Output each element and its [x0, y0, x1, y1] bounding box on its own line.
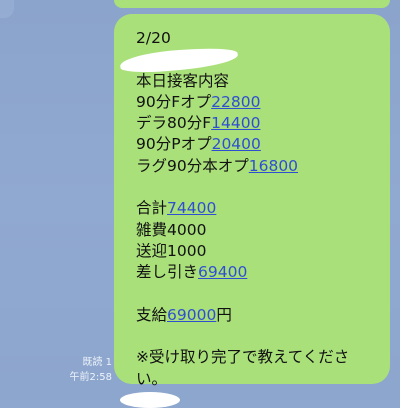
- amount-link[interactable]: 14400: [211, 114, 260, 132]
- transport-fee: 送迎1000: [136, 241, 207, 260]
- misc-expense: 雑費4000: [136, 220, 207, 239]
- message-bubble[interactable]: 2/20 本日接客内容 90分Fオプ22800 デラ80分F14400 90分P…: [114, 14, 390, 388]
- service-item: デラ80分F14400: [136, 113, 380, 134]
- service-label: ラグ90分本オプ: [136, 156, 249, 175]
- net-label: 差し引き: [136, 263, 199, 282]
- service-item: ラグ90分本オプ16800: [136, 156, 380, 177]
- pay-label: 支給: [136, 305, 168, 324]
- redaction-mark: [120, 392, 180, 408]
- message-date: 2/20: [136, 29, 171, 47]
- read-receipt: 既読 1: [82, 357, 112, 368]
- amount-link[interactable]: 22800: [211, 93, 260, 111]
- note-line: ※受け取り完了で教えてくださ: [136, 348, 350, 367]
- message-text: 2/20 本日接客内容 90分Fオプ22800 デラ80分F14400 90分P…: [136, 28, 380, 390]
- amount-link[interactable]: 16800: [249, 157, 298, 175]
- pay-line: 支給69000円: [136, 305, 380, 326]
- service-item: 90分Pオプ20400: [136, 134, 380, 155]
- amount-link[interactable]: 20400: [212, 135, 261, 153]
- message-heading: 本日接客内容: [136, 71, 230, 90]
- net-line: 差し引き69400: [136, 262, 380, 283]
- message-timestamp: 午前2:58: [69, 372, 112, 383]
- pay-unit: 円: [216, 305, 232, 324]
- total-amount-link[interactable]: 74400: [167, 199, 216, 217]
- service-label: デラ80分F: [136, 114, 212, 133]
- previous-message-bubble: [114, 0, 390, 8]
- service-item: 90分Fオプ22800: [136, 92, 380, 113]
- service-label: 90分Fオプ: [136, 92, 212, 111]
- total-label: 合計: [136, 199, 168, 218]
- total-line: 合計74400: [136, 198, 380, 219]
- service-label: 90分Pオプ: [136, 135, 212, 154]
- net-amount-link[interactable]: 69400: [198, 263, 247, 281]
- pay-amount-link[interactable]: 69000: [167, 306, 216, 324]
- note-line: い。: [136, 369, 168, 388]
